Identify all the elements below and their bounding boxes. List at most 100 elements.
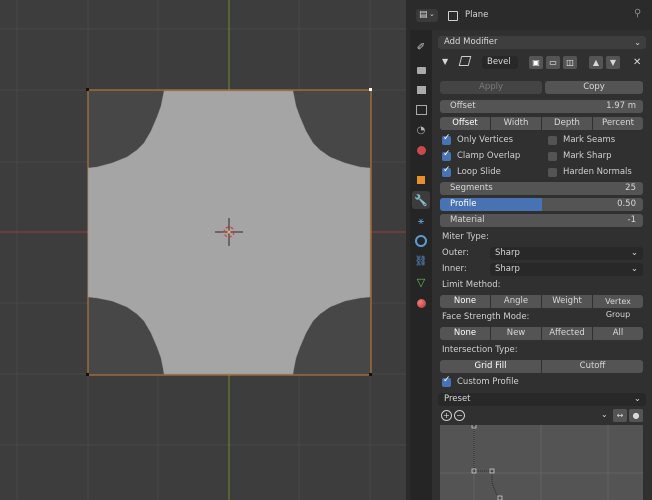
chevron-down-icon: ⌄ bbox=[429, 10, 435, 18]
width-type-percent[interactable]: Percent bbox=[593, 117, 643, 130]
modifier-name-field[interactable]: Bevel bbox=[482, 56, 518, 69]
limit-method-none[interactable]: None bbox=[440, 295, 490, 308]
render-toggle-icon[interactable]: ▣ bbox=[529, 56, 543, 69]
mark-sharp-label: Mark Sharp bbox=[563, 151, 612, 161]
limit-method-vertex-group[interactable]: Vertex Group bbox=[593, 295, 643, 319]
outer-miter-value: Sharp bbox=[495, 248, 520, 258]
width-type-width[interactable]: Width bbox=[491, 117, 541, 130]
constraints-tab-icon[interactable]: ⛓ bbox=[412, 252, 430, 270]
object-tab-icon[interactable] bbox=[412, 171, 430, 189]
profile-value: 0.50 bbox=[617, 199, 636, 209]
mark-sharp-checkbox[interactable] bbox=[548, 152, 557, 161]
copy-label: Copy bbox=[583, 82, 605, 92]
face-strength-new[interactable]: New bbox=[491, 327, 541, 340]
limit-method-label: Limit Method: bbox=[442, 280, 501, 290]
chevron-down-icon: ⌄ bbox=[633, 394, 641, 404]
output-tab-icon[interactable] bbox=[412, 81, 430, 99]
properties-header: ▤ ⌄ Plane ⚲ bbox=[410, 0, 652, 30]
loop-slide-checkbox[interactable] bbox=[442, 165, 451, 177]
inner-label: Inner: bbox=[442, 264, 467, 274]
object-name: Plane bbox=[465, 10, 489, 20]
chevron-down-icon: ⌄ bbox=[634, 38, 641, 47]
limit-method-angle[interactable]: Angle bbox=[491, 295, 541, 308]
preset-dropdown[interactable]: Preset ⌄ bbox=[438, 393, 646, 406]
only-vertices-checkbox[interactable] bbox=[442, 133, 451, 145]
preset-label: Preset bbox=[444, 394, 471, 404]
modifier-tab-icon[interactable]: 🔧 bbox=[412, 191, 430, 209]
offset-field[interactable]: Offset 1.97 m bbox=[440, 100, 643, 113]
face-strength-all[interactable]: All bbox=[593, 327, 643, 340]
segments-label: Segments bbox=[450, 183, 493, 193]
move-up-icon[interactable]: ▲ bbox=[589, 56, 603, 69]
sample-icon[interactable]: ● bbox=[629, 409, 643, 422]
properties-editor: ▤ ⌄ Plane ⚲ ✐ ◔ 🔧 ⚹ ⛓ ▽ Add Modifier ⌄ ▼… bbox=[410, 0, 652, 500]
move-down-icon[interactable]: ▼ bbox=[606, 56, 620, 69]
loop-slide-label: Loop Slide bbox=[457, 167, 501, 177]
custom-profile-label: Custom Profile bbox=[457, 377, 519, 387]
profile-curve-widget[interactable] bbox=[440, 425, 643, 500]
inner-miter-value: Sharp bbox=[495, 264, 520, 274]
scene-tab-icon[interactable]: ◔ bbox=[412, 121, 430, 139]
physics-tab-icon[interactable] bbox=[412, 232, 430, 250]
editmode-toggle-icon[interactable]: ◫ bbox=[563, 56, 577, 69]
limit-method-weight[interactable]: Weight bbox=[542, 295, 592, 308]
particles-tab-icon[interactable]: ⚹ bbox=[412, 212, 430, 230]
segments-field[interactable]: Segments 25 bbox=[440, 182, 643, 195]
editor-type-button[interactable]: ▤ ⌄ bbox=[416, 9, 438, 22]
harden-normals-label: Harden Normals bbox=[563, 167, 632, 177]
inner-miter-dropdown[interactable]: Sharp ⌄ bbox=[490, 263, 643, 276]
pin-icon[interactable]: ⚲ bbox=[634, 8, 641, 19]
only-vertices-label: Only Vertices bbox=[457, 135, 514, 145]
intersection-type-label: Intersection Type: bbox=[442, 345, 518, 355]
render-tab-icon[interactable] bbox=[412, 61, 430, 79]
mark-seams-checkbox[interactable] bbox=[548, 136, 557, 145]
material-field[interactable]: Material -1 bbox=[440, 214, 643, 227]
face-strength-label: Face Strength Mode: bbox=[442, 312, 530, 322]
chevron-down-icon[interactable]: ⌄ bbox=[601, 410, 608, 419]
apply-button[interactable]: Apply bbox=[440, 81, 542, 94]
width-type-offset[interactable]: Offset bbox=[440, 117, 490, 130]
close-icon[interactable]: ✕ bbox=[633, 57, 641, 68]
3d-viewport[interactable] bbox=[0, 0, 406, 500]
object-icon bbox=[448, 11, 458, 21]
apply-label: Apply bbox=[479, 82, 503, 92]
intersection-cutoff[interactable]: Cutoff bbox=[542, 360, 643, 373]
properties-tabs: ✐ ◔ 🔧 ⚹ ⛓ ▽ bbox=[410, 30, 432, 500]
copy-button[interactable]: Copy bbox=[545, 81, 643, 94]
clamp-overlap-checkbox[interactable] bbox=[442, 149, 451, 161]
zoom-out-icon[interactable]: − bbox=[454, 410, 465, 421]
bevel-modifier-icon bbox=[458, 56, 472, 66]
custom-profile-checkbox[interactable] bbox=[442, 375, 451, 387]
outer-label: Outer: bbox=[442, 248, 469, 258]
chevron-down-icon: ⌄ bbox=[630, 264, 638, 274]
width-type-depth[interactable]: Depth bbox=[542, 117, 592, 130]
offset-value: 1.97 m bbox=[606, 101, 636, 111]
modifier-name: Bevel bbox=[487, 57, 511, 67]
view-layer-tab-icon[interactable] bbox=[412, 101, 430, 119]
chevron-down-icon: ⌄ bbox=[630, 248, 638, 258]
miter-type-label: Miter Type: bbox=[442, 232, 489, 242]
material-value: -1 bbox=[627, 215, 636, 225]
profile-label: Profile bbox=[450, 199, 477, 209]
face-strength-affected[interactable]: Affected bbox=[542, 327, 592, 340]
outer-miter-dropdown[interactable]: Sharp ⌄ bbox=[490, 247, 643, 260]
segments-value: 25 bbox=[625, 183, 636, 193]
material-label: Material bbox=[450, 215, 485, 225]
world-tab-icon[interactable] bbox=[412, 141, 430, 159]
viewport-canvas[interactable] bbox=[0, 0, 406, 500]
offset-label: Offset bbox=[450, 101, 476, 111]
data-tab-icon[interactable]: ▽ bbox=[412, 273, 430, 291]
modifier-panel: Add Modifier ⌄ ▼ Bevel ▣ ▭ ◫ ▲ ▼ ✕ Apply… bbox=[432, 30, 652, 500]
tool-tab-icon[interactable]: ✐ bbox=[412, 38, 430, 56]
add-modifier-dropdown[interactable]: Add Modifier ⌄ bbox=[438, 36, 646, 49]
intersection-grid-fill[interactable]: Grid Fill bbox=[440, 360, 541, 373]
collapse-arrow-icon[interactable]: ▼ bbox=[442, 57, 448, 66]
viewport-toggle-icon[interactable]: ▭ bbox=[546, 56, 560, 69]
harden-normals-checkbox[interactable] bbox=[548, 168, 557, 177]
face-strength-none[interactable]: None bbox=[440, 327, 490, 340]
material-tab-icon[interactable] bbox=[412, 294, 430, 312]
clamp-overlap-label: Clamp Overlap bbox=[457, 151, 521, 161]
profile-slider[interactable]: Profile 0.50 bbox=[440, 198, 643, 211]
reverse-profile-icon[interactable]: ↔ bbox=[613, 409, 627, 422]
zoom-in-icon[interactable]: + bbox=[441, 410, 452, 421]
